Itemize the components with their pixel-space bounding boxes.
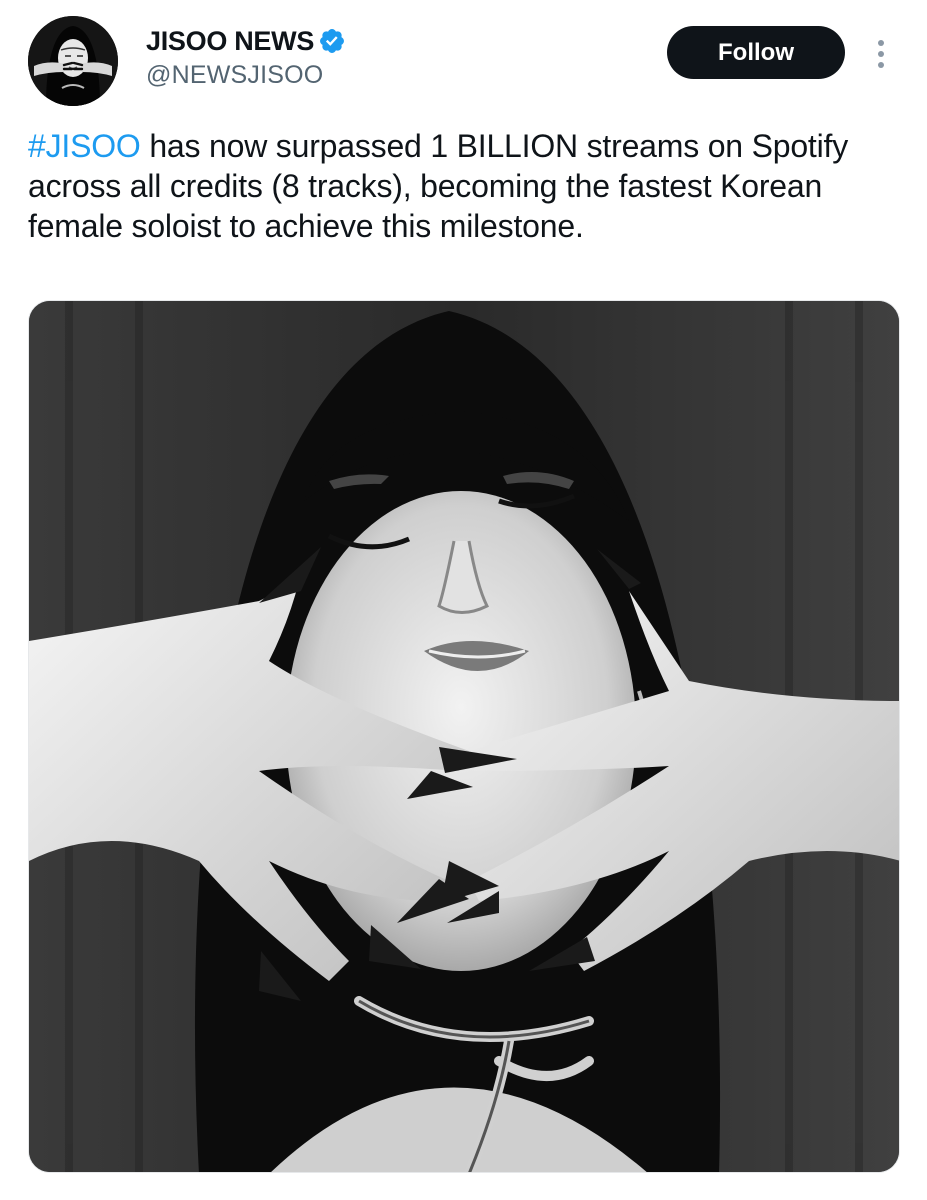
- tweet-header: JISOO NEWS @NEWSJISOO Follow: [0, 0, 927, 110]
- avatar[interactable]: [28, 16, 118, 106]
- tweet-text: #JISOO has now surpassed 1 BILLION strea…: [28, 126, 908, 246]
- display-name[interactable]: JISOO NEWS: [146, 26, 314, 57]
- display-name-row: JISOO NEWS: [146, 24, 346, 58]
- hashtag-link[interactable]: #JISOO: [28, 128, 141, 164]
- handle[interactable]: @NEWSJISOO: [146, 61, 346, 90]
- avatar-photo: [28, 16, 118, 106]
- more-options-icon[interactable]: [866, 34, 896, 74]
- more-dot: [878, 51, 884, 57]
- tweet: JISOO NEWS @NEWSJISOO Follow #JISOO has …: [0, 0, 927, 1200]
- tweet-body: has now surpassed 1 BILLION streams on S…: [28, 128, 849, 244]
- portrait-image: [29, 301, 899, 1172]
- verified-badge-icon[interactable]: [318, 27, 346, 55]
- tweet-photo[interactable]: [28, 300, 900, 1173]
- author-block: JISOO NEWS @NEWSJISOO: [146, 24, 346, 90]
- follow-button[interactable]: Follow: [667, 26, 845, 79]
- more-dot: [878, 40, 884, 46]
- more-dot: [878, 62, 884, 68]
